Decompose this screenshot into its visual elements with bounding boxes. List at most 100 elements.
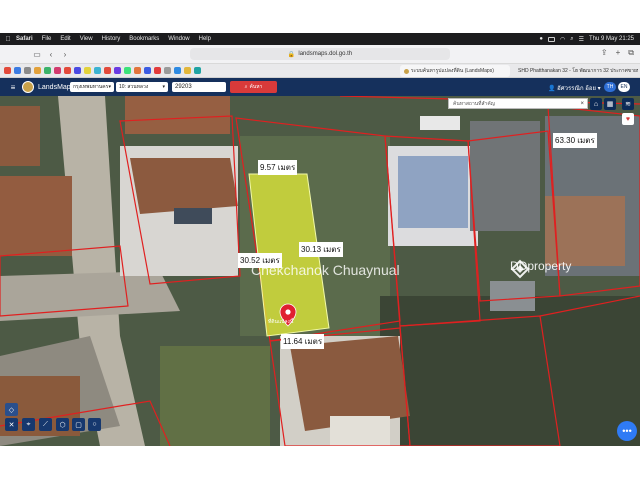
tab-label: ระบบค้นหารูปแปลงที่ดิน (LandsMaps) xyxy=(411,68,494,74)
favorite-icon[interactable] xyxy=(114,67,121,74)
rectangle-tool-icon[interactable]: ▢ xyxy=(72,418,85,431)
parcel-caption: ที่ดินแปลงนี้ xyxy=(268,319,294,325)
favorite-icon[interactable] xyxy=(194,67,201,74)
layers-icon[interactable]: ≋ xyxy=(622,98,634,110)
sidebar-icon[interactable]: ▭ xyxy=(30,50,44,59)
favorite-icon[interactable] xyxy=(134,67,141,74)
favorite-icon[interactable] xyxy=(184,67,191,74)
ruler-tool-icon[interactable]: ✕ xyxy=(5,418,18,431)
province-value: กรุงเทพมหานคร xyxy=(73,84,109,90)
share-icon[interactable]: ⇪ xyxy=(601,48,608,58)
menu-help[interactable]: Help xyxy=(199,36,211,42)
menu-window[interactable]: Window xyxy=(168,36,189,42)
lang-th-button[interactable]: TH xyxy=(604,82,616,92)
measure-corner: 63.30 เมตร xyxy=(553,133,597,148)
tab-listing[interactable]: SHD Phatthanakan 32 - โฮ พัฒนาการ 32 ประ… xyxy=(512,65,638,77)
lock-icon: 🔒 xyxy=(287,51,296,58)
menu-icon[interactable]: ≡ xyxy=(6,83,20,92)
menu-bar:  Safari File Edit View History Bookmark… xyxy=(0,33,640,45)
menu-clock[interactable]: Thu 9 May 21:25 xyxy=(589,36,634,42)
favorite-icon[interactable] xyxy=(54,67,61,74)
favorite-icon[interactable] xyxy=(74,67,81,74)
menu-bookmarks[interactable]: Bookmarks xyxy=(129,36,159,42)
favorite-icon[interactable] xyxy=(164,67,171,74)
favorite-icon[interactable] xyxy=(94,67,101,74)
tab-favicon xyxy=(404,68,409,74)
measure-right: 30.13 เมตร xyxy=(299,242,343,257)
search-button[interactable]: ⌕ ค้นหา xyxy=(230,81,277,93)
ddproperty-logo xyxy=(510,259,530,279)
pin-dot xyxy=(285,309,291,315)
landsmaps-logo xyxy=(22,81,34,93)
ddproperty-watermark: DDproperty xyxy=(510,259,571,279)
province-select[interactable]: กรุงเทพมหานคร ▾ xyxy=(70,82,114,92)
tab-landsmaps[interactable]: ระบบค้นหารูปแปลงที่ดิน (LandsMaps) xyxy=(400,65,510,77)
favorite-icon[interactable] xyxy=(14,67,21,74)
wifi-icon[interactable]: ◠ xyxy=(560,36,565,43)
back-icon[interactable]: ‹ xyxy=(44,50,58,59)
app-brand: LandsMaps xyxy=(38,83,75,91)
apple-icon[interactable]:  xyxy=(0,36,16,43)
favorite-icon[interactable] xyxy=(174,67,181,74)
browser-toolbar: ▭ ‹ › 🔒 landsmaps.dol.go.th ⇪ + ⧉ xyxy=(0,45,640,64)
favorite-heart-icon[interactable]: ♥ xyxy=(622,113,634,125)
tab-label: SHD Phatthanakan 32 - โฮ พัฒนาการ 32 ประ… xyxy=(518,68,638,74)
favorite-icon[interactable] xyxy=(4,67,11,74)
user-name: อัศวรรณิก อ้อย xyxy=(557,86,596,92)
chevron-down-icon: ▾ xyxy=(597,86,601,92)
favorite-icon[interactable] xyxy=(84,67,91,74)
control-center-icon[interactable]: ☰ xyxy=(579,36,584,43)
search-icon[interactable]: ⌕ xyxy=(570,36,573,43)
menu-history[interactable]: History xyxy=(102,36,121,42)
url-text: landsmaps.dol.go.th xyxy=(298,51,353,57)
polygon-tool-icon[interactable]: ⬡ xyxy=(56,418,69,431)
new-tab-icon[interactable]: + xyxy=(616,48,621,58)
favorites-bar: ระบบค้นหารูปแปลงที่ดิน (LandsMaps) SHD P… xyxy=(0,64,640,78)
measure-bottom: 11.64 เมตร xyxy=(281,334,325,349)
screen:  Safari File Edit View History Bookmark… xyxy=(0,0,640,480)
place-search-placeholder: ค้นหาสถานที่สำคัญ xyxy=(453,100,495,107)
user-menu[interactable]: 👤 อัศวรรณิก อ้อย ▾ xyxy=(548,83,601,93)
menu-view[interactable]: View xyxy=(80,36,93,42)
menu-app-name[interactable]: Safari xyxy=(16,36,33,42)
favorite-icon[interactable] xyxy=(154,67,161,74)
status-icons: ● ◠ ⌕ ☰ Thu 9 May 21:25 xyxy=(539,36,640,43)
tab-overview-icon[interactable]: ⧉ xyxy=(628,48,634,58)
menu-file[interactable]: File xyxy=(42,36,52,42)
measure-top: 9.57 เมตร xyxy=(258,160,298,175)
favorite-icon[interactable] xyxy=(34,67,41,74)
line-tool-icon[interactable]: ⟋ xyxy=(39,418,52,431)
display-icon[interactable] xyxy=(547,36,555,42)
pin-tool-icon[interactable]: ⌖ xyxy=(22,418,35,431)
favorite-icon[interactable] xyxy=(124,67,131,74)
chevron-down-icon: ▾ xyxy=(162,84,165,90)
user-icon: 👤 xyxy=(548,86,556,92)
more-options-button[interactable]: ••• xyxy=(617,421,637,441)
favorite-icon[interactable] xyxy=(44,67,51,74)
search-icon: ⌕ xyxy=(244,84,248,90)
watermark: Chekchanok Chuaynual xyxy=(251,262,400,278)
favorite-icon[interactable] xyxy=(64,67,71,74)
grid-icon[interactable]: ▦ xyxy=(604,98,616,110)
bottom-margin xyxy=(0,446,640,480)
home-icon[interactable]: ⌂ xyxy=(590,98,602,110)
record-icon[interactable]: ● xyxy=(539,36,543,42)
parcel-number-input[interactable]: 29203 xyxy=(172,82,226,92)
place-search-input[interactable]: ค้นหาสถานที่สำคัญ × xyxy=(448,98,588,109)
map-view[interactable]: 9.57 เมตร 30.13 เมตร 30.52 เมตร 11.64 เม… xyxy=(0,96,640,446)
address-bar[interactable]: 🔒 landsmaps.dol.go.th xyxy=(190,48,450,60)
chevron-down-icon: ▾ xyxy=(108,84,111,90)
app-header: ≡ LandsMaps กรุงเทพมหานคร ▾ 10: สวนหลวง … xyxy=(0,78,640,96)
favorite-icon[interactable] xyxy=(104,67,111,74)
menu-edit[interactable]: Edit xyxy=(60,36,70,42)
toolbar-actions: ⇪ + ⧉ xyxy=(601,48,634,58)
clear-icon[interactable]: × xyxy=(580,101,584,107)
circle-tool-icon[interactable]: ○ xyxy=(88,418,101,431)
district-value: 10: สวนหลวง xyxy=(119,84,149,90)
district-select[interactable]: 10: สวนหลวง ▾ xyxy=(116,82,168,92)
lang-en-button[interactable]: EN xyxy=(618,82,630,92)
eraser-tool-icon[interactable]: ◇ xyxy=(5,403,18,416)
forward-icon[interactable]: › xyxy=(58,50,72,59)
favorite-icon[interactable] xyxy=(144,67,151,74)
favorite-icon[interactable] xyxy=(24,67,31,74)
